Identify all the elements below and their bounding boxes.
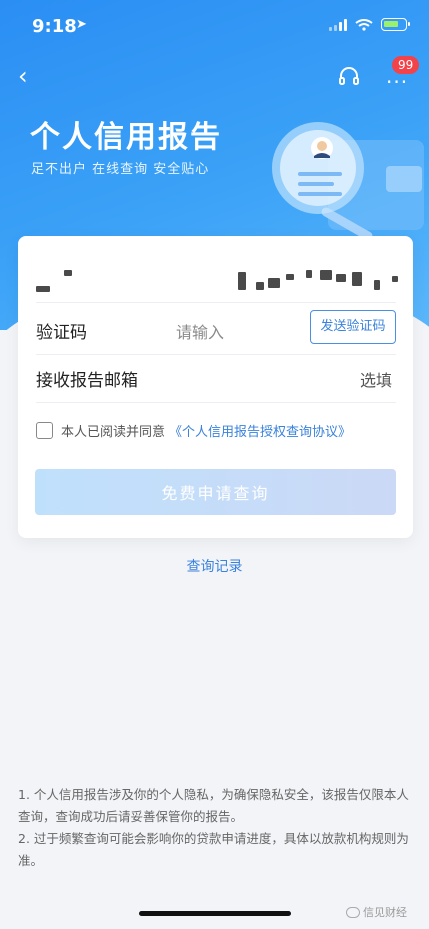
send-verification-code-button[interactable]: 发送验证码	[310, 310, 396, 344]
query-history-link[interactable]: 查询记录	[0, 556, 429, 576]
battery-icon	[381, 18, 410, 31]
wifi-icon	[355, 18, 373, 31]
status-time: 9:18	[32, 16, 77, 37]
page-title: 个人信用报告	[30, 120, 222, 155]
masked-phone-segment	[306, 270, 312, 278]
masked-phone-segment	[352, 272, 362, 286]
agreement-checkbox[interactable]	[36, 421, 53, 439]
signal-icon	[329, 18, 347, 31]
masked-phone-segment	[256, 282, 264, 290]
page-subtitle: 足不出户 在线查询 安全贴心	[31, 162, 210, 177]
divider	[36, 354, 396, 355]
masked-phone-segment	[268, 278, 280, 288]
divider	[36, 302, 396, 303]
verification-code-label: 验证码	[36, 323, 87, 343]
masked-phone-segment	[374, 280, 380, 290]
agreement-row: 本人已阅读并同意 《个人信用报告授权查询协议》	[36, 418, 351, 442]
home-indicator[interactable]	[139, 911, 291, 916]
watermark: 信见财经	[346, 904, 407, 920]
masked-phone-segment	[238, 272, 246, 290]
credit-report-magnifier-illustration	[272, 122, 424, 240]
note-item: 2. 过于频繁查询可能会影响你的贷款申请进度，具体以放款机构规则为准。	[18, 831, 409, 868]
masked-phone-segment	[336, 274, 346, 282]
notification-badge: 99	[392, 56, 420, 74]
status-bar: 9:18 ➤	[0, 0, 429, 54]
masked-phone-segment	[36, 286, 50, 292]
authorization-agreement-link[interactable]: 《个人信用报告授权查询协议》	[169, 421, 351, 440]
note-item: 1. 个人信用报告涉及你的个人隐私，为确保隐私安全，该报告仅限本人查询，查询成功…	[18, 787, 409, 824]
divider	[36, 402, 396, 403]
watermark-text: 信见财经	[363, 906, 407, 919]
status-icons	[329, 18, 410, 31]
back-button[interactable]: ‹	[18, 62, 42, 92]
location-icon: ➤	[76, 17, 87, 32]
verification-code-input[interactable]: 请输入	[176, 319, 224, 343]
report-email-input[interactable]: 选填	[360, 367, 392, 391]
masked-phone-segment	[392, 276, 398, 282]
agreement-text: 本人已阅读并同意	[61, 424, 166, 440]
customer-service-headset-icon[interactable]	[338, 66, 360, 88]
masked-phone-segment	[64, 270, 72, 276]
masked-phone-segment	[286, 274, 294, 280]
masked-phone-segment	[320, 270, 332, 280]
phone-number-row[interactable]	[36, 264, 398, 304]
wechat-icon	[346, 906, 360, 918]
free-query-submit-button[interactable]: 免费申请查询	[35, 469, 396, 515]
credit-query-form-card: 验证码 请输入 发送验证码 接收报告邮箱 选填 本人已阅读并同意 《个人信用报告…	[18, 236, 413, 538]
report-email-label: 接收报告邮箱	[36, 371, 138, 391]
notes-section: 1. 个人信用报告涉及你的个人隐私，为确保隐私安全，该报告仅限本人查询，查询成功…	[18, 784, 414, 872]
